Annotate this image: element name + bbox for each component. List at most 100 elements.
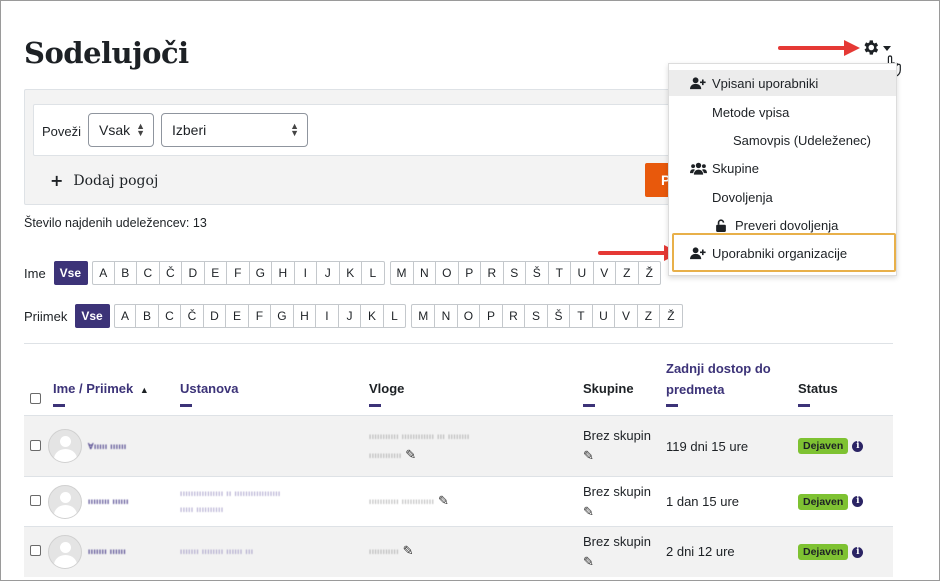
user-name-link[interactable]: Ɐııııı ıııııı <box>88 442 127 451</box>
first-name-initial-letter[interactable]: J <box>317 261 340 285</box>
first-name-initial-letter[interactable]: V <box>593 261 617 285</box>
info-icon[interactable]: i <box>852 546 864 558</box>
last-name-initial-letter[interactable]: D <box>203 304 227 328</box>
groups-cell: Brez skupin ✎ <box>583 415 666 477</box>
table-row: Ɐııııı ıııııı ııııııııııı ıııııııııııı ıı… <box>24 415 893 477</box>
first-name-initial-letter[interactable]: O <box>436 261 459 285</box>
first-name-initial-letter[interactable]: E <box>204 261 228 285</box>
first-name-initial-letter[interactable]: K <box>339 261 363 285</box>
last-name-initial-letter[interactable]: O <box>457 304 481 328</box>
last-name-initial-letter[interactable]: M <box>411 304 436 328</box>
user-name-link[interactable]: ıııııııı ıııııı <box>88 497 129 506</box>
first-name-initial-letter[interactable]: B <box>114 261 138 285</box>
institution-sort-link[interactable]: Ustanova <box>180 381 239 396</box>
column-collapse-icon[interactable] <box>666 404 678 407</box>
first-name-initial-letter[interactable]: P <box>458 261 482 285</box>
menu-item-1[interactable]: Metode vpisa <box>669 99 896 125</box>
avatar[interactable] <box>48 429 82 463</box>
last-name-initial-letter[interactable]: T <box>570 304 593 328</box>
last-name-initial-letter[interactable]: V <box>615 304 638 328</box>
last-name-initial-letter[interactable]: I <box>316 304 339 328</box>
last-name-initial-letter[interactable]: N <box>435 304 458 328</box>
menu-item-5[interactable]: Preveri dovoljenja <box>669 212 896 238</box>
last-name-initial-letter[interactable]: Z <box>637 304 661 328</box>
name-sort-link[interactable]: Ime / Priimek <box>53 381 133 396</box>
last-access-sort-link[interactable]: Zadnji dostop do predmeta <box>666 358 784 400</box>
pencil-icon[interactable]: ✎ <box>405 447 416 462</box>
last-name-initial-letter[interactable]: K <box>361 304 384 328</box>
first-name-initial-letter[interactable]: H <box>272 261 295 285</box>
first-name-initial-letter[interactable]: R <box>481 261 504 285</box>
column-collapse-icon[interactable] <box>180 404 192 407</box>
last-name-initial-letter[interactable]: C <box>158 304 182 328</box>
info-icon[interactable]: i <box>852 496 864 508</box>
last-access-cell: 119 dni 15 ure <box>666 415 798 477</box>
first-name-initial-letter[interactable]: D <box>182 261 205 285</box>
last-name-initial-letter[interactable]: R <box>502 304 526 328</box>
last-name-initial-letter[interactable]: E <box>226 304 249 328</box>
last-name-initial-letter[interactable]: A <box>113 304 137 328</box>
avatar[interactable] <box>48 534 82 569</box>
first-name-initial-letter[interactable]: Š <box>526 261 549 285</box>
avatar[interactable] <box>48 484 82 519</box>
menu-item-0[interactable]: Vpisani uporabniki <box>669 70 896 96</box>
row-checkbox[interactable] <box>30 495 41 506</box>
select-all-header <box>24 343 53 416</box>
first-name-initial-letter[interactable]: Z <box>616 261 639 285</box>
pencil-icon[interactable]: ✎ <box>583 448 594 463</box>
first-name-initial-all[interactable]: Vse <box>53 261 89 285</box>
menu-item-2[interactable]: Samovpis (Udeleženec) <box>669 127 896 153</box>
match-select[interactable]: Vsak ▲ ▼ <box>88 113 154 147</box>
name-column-header[interactable]: Ime / Priimek ▲ <box>53 343 180 416</box>
first-name-initial-letter[interactable]: C <box>137 261 160 285</box>
column-collapse-icon[interactable] <box>583 404 595 407</box>
first-name-initial-letter[interactable]: I <box>294 261 318 285</box>
first-name-initial-letter[interactable]: A <box>92 261 115 285</box>
filter-type-select[interactable]: Izberi ▲ ▼ <box>161 113 308 147</box>
menu-item-6[interactable]: Uporabniki organizacije <box>669 240 896 266</box>
last-name-initial-letter[interactable]: L <box>383 304 407 328</box>
info-icon[interactable]: i <box>852 440 864 452</box>
last-name-initial-letter[interactable]: H <box>293 304 317 328</box>
institution-column-header[interactable]: Ustanova <box>180 343 369 416</box>
gear-icon[interactable] <box>861 38 880 57</box>
last-name-initial-letter[interactable]: Š <box>547 304 571 328</box>
last-name-initial-letter[interactable]: Č <box>181 304 204 328</box>
select-all-checkbox[interactable] <box>30 393 41 404</box>
last-name-initial-letter[interactable]: G <box>271 304 294 328</box>
last-name-initial-letter[interactable]: U <box>592 304 616 328</box>
last-name-initial-letter[interactable]: Ž <box>660 304 683 328</box>
first-name-initial-letter[interactable]: S <box>503 261 527 285</box>
add-condition-button[interactable]: + Dodaj pogoj <box>50 171 158 190</box>
last-name-initial-letter[interactable]: J <box>338 304 362 328</box>
user-name-link[interactable]: ııııııı ıııııı <box>88 547 126 556</box>
menu-item-3[interactable]: Skupine <box>669 155 896 181</box>
pencil-icon[interactable]: ✎ <box>403 543 414 558</box>
first-name-initial-letter[interactable]: T <box>548 261 572 285</box>
last-name-initial-letter[interactable]: S <box>525 304 548 328</box>
first-name-initial-letter[interactable]: Č <box>159 261 183 285</box>
last-name-label: Priimek <box>24 308 68 324</box>
last-access-column-header[interactable]: Zadnji dostop do predmeta <box>666 343 798 416</box>
last-name-initial-all[interactable]: Vse <box>75 304 110 328</box>
column-collapse-icon[interactable] <box>798 404 810 407</box>
first-name-initial-letter[interactable]: G <box>249 261 273 285</box>
row-checkbox[interactable] <box>30 439 41 451</box>
pencil-icon[interactable]: ✎ <box>438 493 449 508</box>
row-checkbox[interactable] <box>30 545 41 557</box>
first-name-initial-letter[interactable]: M <box>389 261 414 285</box>
column-collapse-icon[interactable] <box>369 404 381 407</box>
first-name-initial-letter[interactable]: N <box>413 261 437 285</box>
pencil-icon[interactable]: ✎ <box>583 554 594 569</box>
first-name-initial-letter[interactable]: L <box>362 261 385 285</box>
first-name-initial-letter[interactable]: Ž <box>638 261 662 285</box>
last-name-initial-letter[interactable]: P <box>480 304 503 328</box>
first-name-initial-letter[interactable]: U <box>571 261 594 285</box>
roles-cell: ııııııııııı ✎ <box>369 526 583 577</box>
menu-item-4[interactable]: Dovoljenja <box>669 184 896 210</box>
pencil-icon[interactable]: ✎ <box>583 504 594 519</box>
column-collapse-icon[interactable] <box>53 404 65 407</box>
first-name-initial-letter[interactable]: F <box>227 261 250 285</box>
last-name-initial-letter[interactable]: F <box>248 304 272 328</box>
last-name-initial-letter[interactable]: B <box>136 304 159 328</box>
